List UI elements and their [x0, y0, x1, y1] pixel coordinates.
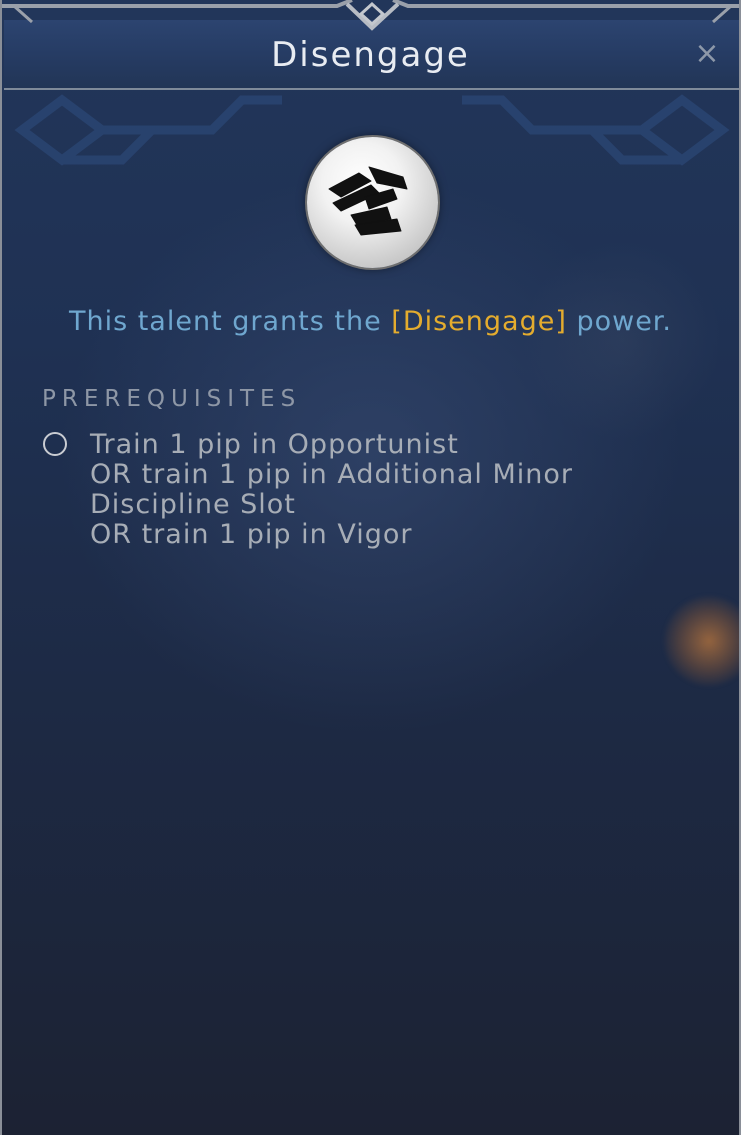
prerequisite-text: Train 1 pip in Opportunist OR train 1 pi…	[90, 430, 690, 550]
power-link[interactable]: [Disengage]	[391, 306, 567, 337]
prerequisite-radio[interactable]	[43, 432, 67, 456]
description-prefix: This talent grants the	[68, 306, 392, 337]
prerequisite-line: Train 1 pip in Opportunist	[90, 429, 459, 460]
close-icon[interactable]: ×	[689, 36, 725, 72]
background-orb	[664, 596, 739, 686]
dialog-title: Disengage	[271, 35, 470, 75]
background-glow	[522, 240, 722, 440]
talent-description: This talent grants the [Disengage] power…	[2, 304, 739, 340]
description-suffix: power.	[566, 306, 673, 337]
prerequisite-line: Discipline Slot	[90, 489, 296, 520]
prerequisites-heading: PREREQUISITES	[42, 386, 302, 412]
prerequisite-line: OR train 1 pip in Additional Minor	[90, 459, 573, 490]
prerequisite-line: OR train 1 pip in Vigor	[90, 519, 413, 550]
disengage-power-icon	[307, 137, 438, 268]
talent-dialog: Disengage × This talent grants the [Dise…	[0, 0, 741, 1135]
